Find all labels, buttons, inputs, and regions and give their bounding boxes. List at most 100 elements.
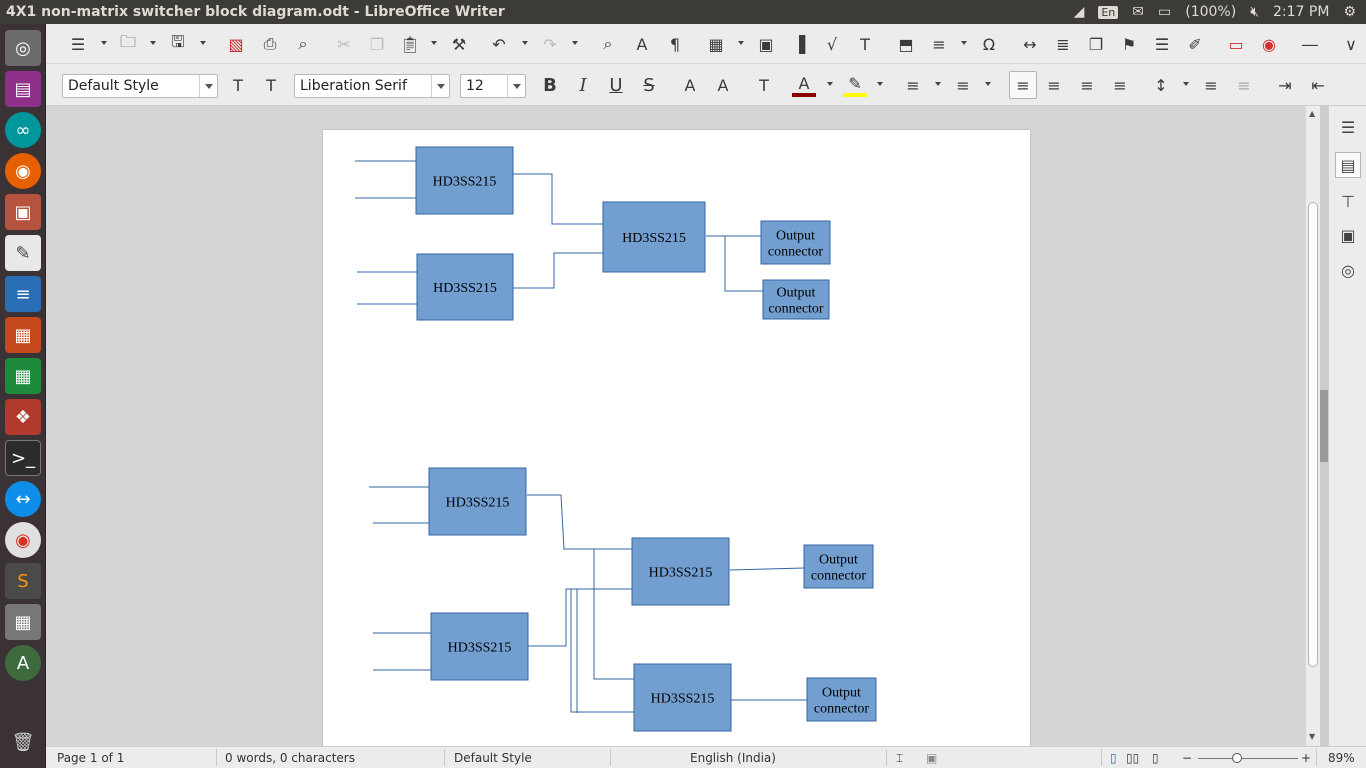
dash-icon[interactable]: ◎ — [5, 30, 41, 66]
connector-line[interactable] — [593, 549, 634, 680]
spelling-icon[interactable]: A — [630, 32, 654, 56]
font-color-icon[interactable]: A — [792, 73, 816, 97]
clone-formatting-icon[interactable]: ⚒ — [447, 32, 471, 56]
italic-icon[interactable]: I — [571, 73, 595, 97]
connector-line[interactable] — [528, 588, 632, 647]
trash-icon[interactable]: 🗑︎ — [5, 724, 41, 760]
paragraph-style-dropdown-icon[interactable] — [199, 75, 217, 97]
font-name-combo[interactable]: Liberation Serif — [294, 74, 450, 98]
insert-table-icon[interactable]: ▦ — [704, 32, 728, 56]
insert-cross-reference-icon[interactable]: ☰ — [1150, 32, 1174, 56]
writer-icon[interactable]: ≡ — [5, 276, 41, 312]
save-icon[interactable]: 🖫︎ — [166, 32, 190, 56]
document-page[interactable]: HD3SS215 HD3SS215 HD3SS215 HD3SS215 HD3SS215… — [323, 130, 1030, 746]
print-icon[interactable]: ⎙ — [258, 32, 282, 56]
subscript-icon[interactable]: A — [711, 73, 735, 97]
highlight-dropdown-icon[interactable] — [877, 82, 883, 86]
save-dropdown-icon[interactable] — [200, 41, 206, 45]
font-color-dropdown-icon[interactable] — [827, 82, 833, 86]
zoom-out-icon[interactable]: − — [1182, 751, 1192, 765]
font-size-combo[interactable]: 12 — [460, 74, 526, 98]
app-store-icon[interactable]: ❖ — [5, 399, 41, 435]
update-style-icon[interactable]: T — [226, 73, 250, 97]
line-spacing-icon[interactable]: ↕ — [1149, 73, 1173, 97]
volume-icon[interactable]: 🔇︎ — [1250, 4, 1259, 20]
zoom-percent[interactable]: 89% — [1328, 751, 1355, 765]
field-dropdown-icon[interactable] — [961, 41, 967, 45]
calc-icon[interactable]: ▦ — [5, 358, 41, 394]
connector-line[interactable] — [570, 589, 634, 713]
zoom-in-icon[interactable]: + — [1301, 751, 1311, 765]
print-preview-icon[interactable]: ⌕ — [291, 32, 315, 56]
single-page-view-icon[interactable]: ▯ — [1110, 751, 1117, 765]
chrome-icon[interactable]: ◉ — [5, 522, 41, 558]
insert-image-icon[interactable]: ▣ — [754, 32, 778, 56]
numbered-list-icon[interactable]: ≡ — [951, 73, 975, 97]
open-dropdown-icon[interactable] — [150, 41, 156, 45]
underline-icon[interactable]: U — [604, 73, 628, 97]
text-language[interactable]: English (India) — [690, 751, 776, 765]
impress-icon[interactable]: ▦ — [5, 317, 41, 353]
copy-icon[interactable]: ❐ — [365, 32, 389, 56]
font-name-dropdown-icon[interactable] — [431, 75, 449, 97]
page-count[interactable]: Page 1 of 1 — [57, 751, 124, 765]
align-left-icon[interactable]: ≡ — [1009, 71, 1037, 99]
scroll-down-icon[interactable]: ▼ — [1309, 732, 1315, 741]
line-spacing-dropdown-icon[interactable] — [1183, 82, 1189, 86]
undo-dropdown-icon[interactable] — [522, 41, 528, 45]
insert-comment-icon[interactable]: ✐ — [1183, 32, 1207, 56]
bullet-list-dropdown-icon[interactable] — [935, 82, 941, 86]
decrease-paragraph-spacing-icon[interactable]: ≡ — [1232, 73, 1256, 97]
word-count[interactable]: 0 words, 0 characters — [225, 751, 355, 765]
sidebar-menu-icon[interactable]: ☰ — [1335, 114, 1361, 140]
insert-field-icon[interactable]: ≡ — [927, 32, 951, 56]
terminal-icon[interactable]: >_ — [5, 440, 41, 476]
arduino-icon[interactable]: ∞ — [5, 112, 41, 148]
paragraph-style-combo[interactable]: Default Style — [62, 74, 218, 98]
cut-icon[interactable]: ✂ — [332, 32, 356, 56]
document-modified-icon[interactable]: ▣ — [926, 751, 937, 765]
increase-indent-icon[interactable]: ⇥ — [1273, 73, 1297, 97]
connector-line[interactable] — [729, 567, 805, 571]
strikethrough-icon[interactable]: S — [637, 73, 661, 97]
export-pdf-icon[interactable]: ▧ — [224, 32, 248, 56]
multi-page-view-icon[interactable]: ▯▯ — [1126, 751, 1139, 765]
new-dropdown-icon[interactable] — [101, 41, 107, 45]
numbered-list-dropdown-icon[interactable] — [985, 82, 991, 86]
decrease-indent-icon[interactable]: ⇤ — [1306, 73, 1330, 97]
new-document-icon[interactable]: ☰ — [66, 32, 90, 56]
battery-percent[interactable]: (100%) — [1185, 4, 1236, 20]
redo-icon[interactable]: ↷ — [538, 32, 562, 56]
insert-chart-icon[interactable]: ▐ — [787, 32, 811, 56]
wifi-icon[interactable]: ◢ — [1074, 4, 1085, 20]
insert-text-box-icon[interactable]: T — [853, 32, 877, 56]
insert-footnote-icon[interactable]: ≣ — [1051, 32, 1075, 56]
zoom-slider[interactable] — [1198, 758, 1298, 759]
connector-line[interactable] — [724, 236, 763, 292]
new-style-icon[interactable]: T — [259, 73, 283, 97]
align-right-icon[interactable]: ≡ — [1075, 73, 1099, 97]
paste-dropdown-icon[interactable] — [431, 41, 437, 45]
scrollbar-thumb[interactable] — [1308, 202, 1318, 667]
insert-mode-icon[interactable]: ⌶ — [896, 751, 903, 766]
text-editor-icon[interactable]: ✎ — [5, 235, 41, 271]
insert-bookmark-icon[interactable]: ⚑ — [1117, 32, 1141, 56]
book-view-icon[interactable]: ▯ — [1152, 751, 1159, 765]
find-replace-icon[interactable]: ⌕ — [596, 32, 620, 56]
menu-icon[interactable]: ∨ — [1339, 32, 1363, 56]
firefox-icon[interactable]: ◉ — [5, 153, 41, 189]
scroll-up-icon[interactable]: ▲ — [1309, 109, 1315, 118]
insert-special-field-icon[interactable]: √ — [820, 32, 844, 56]
redo-dropdown-icon[interactable] — [572, 41, 578, 45]
keyboard-layout-indicator[interactable]: En — [1098, 5, 1119, 19]
clear-formatting-icon[interactable]: T — [752, 73, 776, 97]
terminal-like-icon[interactable]: ▤ — [5, 71, 41, 107]
software-updater-icon[interactable]: A — [5, 645, 41, 681]
increase-paragraph-spacing-icon[interactable]: ≡ — [1199, 73, 1223, 97]
clock[interactable]: 2:17 PM — [1273, 4, 1329, 20]
insert-endnote-icon[interactable]: ❐ — [1084, 32, 1108, 56]
insert-special-character-icon[interactable]: Ω — [977, 32, 1001, 56]
connector-line[interactable] — [513, 173, 603, 225]
track-changes-icon[interactable]: ▭ — [1224, 32, 1248, 56]
open-folder-icon[interactable]: 🗀︎ — [116, 32, 140, 56]
